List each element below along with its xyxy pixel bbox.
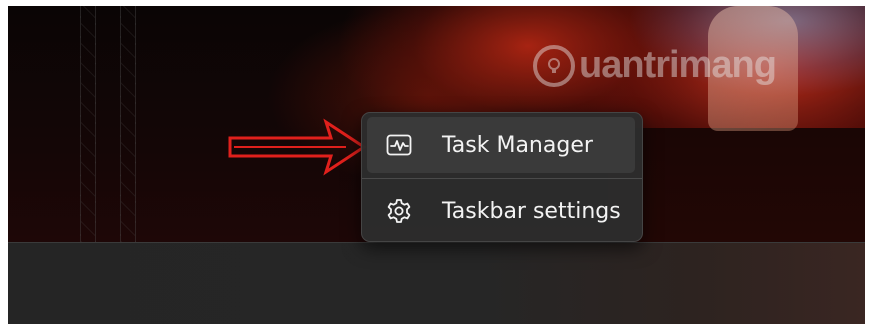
watermark-logo-icon xyxy=(533,44,575,87)
task-manager-icon xyxy=(385,131,413,159)
menu-item-taskbar-settings[interactable]: Taskbar settings xyxy=(367,183,635,239)
menu-item-task-manager[interactable]: Task Manager xyxy=(367,117,635,173)
gear-icon xyxy=(385,197,413,225)
watermark: uantrimang xyxy=(533,44,777,87)
stage-platform xyxy=(608,128,865,242)
menu-item-label: Task Manager xyxy=(442,132,593,158)
desktop-screen: uantrimang Task Manager Taskbar settings xyxy=(8,6,865,324)
menu-separator xyxy=(362,178,642,179)
stage-truss-right xyxy=(120,6,136,242)
taskbar-context-menu: Task Manager Taskbar settings xyxy=(361,112,643,242)
stage-truss-left xyxy=(80,6,96,242)
menu-item-label: Taskbar settings xyxy=(442,198,621,224)
watermark-text: uantrimang xyxy=(579,44,777,86)
red-arrow-annotation xyxy=(228,118,367,176)
taskbar[interactable] xyxy=(8,242,865,324)
